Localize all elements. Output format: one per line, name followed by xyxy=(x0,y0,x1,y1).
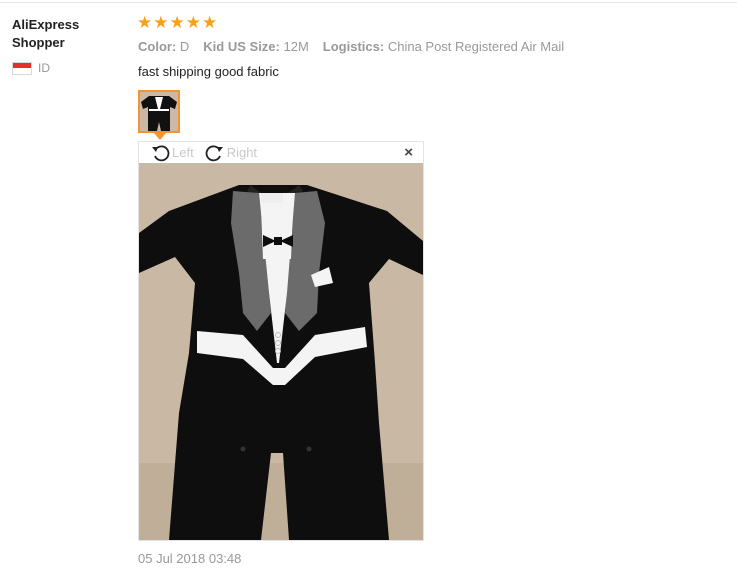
rotate-right-button[interactable]: Right xyxy=(204,144,257,162)
star-icon: ★ xyxy=(185,13,201,32)
star-rating: ★ ★ ★ ★ ★ xyxy=(137,14,217,32)
photo-viewer: Left Right × xyxy=(138,141,424,541)
indonesia-flag-icon xyxy=(12,61,32,75)
attribute-size: Kid US Size: 12M xyxy=(203,39,309,54)
romper-thumbnail-image xyxy=(140,92,178,131)
close-icon[interactable]: × xyxy=(404,144,413,161)
rotate-left-icon xyxy=(152,144,170,161)
attribute-color: Color: D xyxy=(138,39,190,54)
country-code: ID xyxy=(38,61,50,75)
review-date: 05 Jul 2018 03:48 xyxy=(138,551,242,566)
star-icon: ★ xyxy=(137,13,153,32)
reviewer-country: ID xyxy=(12,61,50,75)
rotate-right-icon xyxy=(205,144,223,161)
reviewer-name: AliExpress Shopper xyxy=(12,17,80,50)
star-icon: ★ xyxy=(169,13,185,32)
tuxedo-romper-image xyxy=(139,163,423,540)
top-divider xyxy=(0,2,737,3)
attribute-logistics: Logistics: China Post Registered Air Mai… xyxy=(322,39,565,54)
star-icon: ★ xyxy=(153,13,169,32)
review-text: fast shipping good fabric xyxy=(138,64,279,79)
thumbnail-pointer xyxy=(154,133,166,140)
review-photo-thumbnail[interactable] xyxy=(138,90,180,133)
review-photo xyxy=(139,163,423,540)
viewer-toolbar: Left Right × xyxy=(139,142,423,163)
star-icon: ★ xyxy=(202,13,218,32)
rotate-left-button[interactable]: Left xyxy=(149,144,194,162)
rotate-left-label: Left xyxy=(172,145,194,160)
order-attributes: Color: D Kid US Size: 12M Logistics: Chi… xyxy=(138,39,564,54)
rotate-right-label: Right xyxy=(226,145,258,160)
